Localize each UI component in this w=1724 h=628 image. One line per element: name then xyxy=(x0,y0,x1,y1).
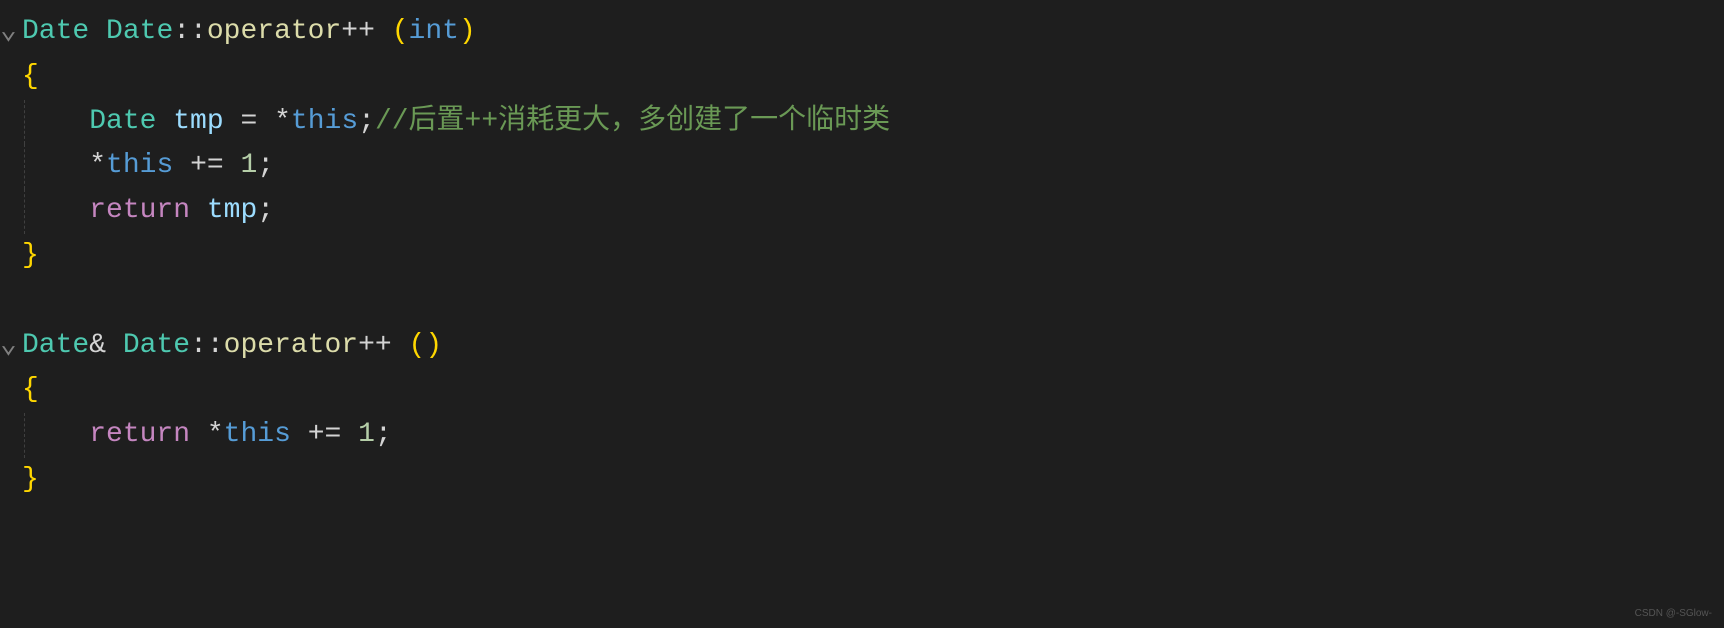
indent-guide xyxy=(24,100,25,145)
token-punct xyxy=(22,150,89,181)
code-line[interactable]: { xyxy=(0,55,1724,100)
token-brace: { xyxy=(22,374,39,405)
token-operator: * xyxy=(89,150,106,181)
code-line[interactable]: return *this += 1; xyxy=(0,413,1724,458)
token-comment: //后置++消耗更大，多创建了一个临时类 xyxy=(375,106,890,137)
token-paren: ( xyxy=(409,330,426,361)
token-punct xyxy=(156,106,173,137)
token-punct xyxy=(190,195,207,226)
token-punct: ; xyxy=(257,195,274,226)
token-punct xyxy=(224,106,241,137)
fold-icon[interactable]: ⌄ xyxy=(0,324,17,369)
token-func-name: operator xyxy=(207,16,341,47)
token-punct xyxy=(22,106,89,137)
token-punct xyxy=(22,285,39,316)
token-punct: ; xyxy=(375,419,392,450)
token-operator: += xyxy=(190,150,224,181)
code-line[interactable]: *this += 1; xyxy=(0,144,1724,189)
code-line[interactable]: return tmp; xyxy=(0,189,1724,234)
indent-guide xyxy=(24,144,25,189)
token-keyword: int xyxy=(409,16,459,47)
token-class-name: Date xyxy=(106,16,173,47)
code-line[interactable]: } xyxy=(0,234,1724,279)
token-amp: & xyxy=(89,330,106,361)
code-line[interactable] xyxy=(0,279,1724,324)
token-brace: } xyxy=(22,240,39,271)
token-punct: :: xyxy=(173,16,207,47)
token-type: Date xyxy=(22,16,89,47)
token-punct: ++ xyxy=(358,330,408,361)
token-number: 1 xyxy=(358,419,375,450)
token-paren: ) xyxy=(459,16,476,47)
token-variable: tmp xyxy=(173,106,223,137)
fold-icon[interactable]: ⌄ xyxy=(0,10,17,55)
indent-guide xyxy=(24,189,25,234)
token-paren: ( xyxy=(392,16,409,47)
token-variable: tmp xyxy=(207,195,257,226)
token-punct: ; xyxy=(257,150,274,181)
token-brace: } xyxy=(22,464,39,495)
token-type: Date xyxy=(89,106,156,137)
watermark-text: CSDN @-SGlow- xyxy=(1635,606,1712,622)
token-operator: * xyxy=(274,106,291,137)
token-class-name: Date xyxy=(123,330,190,361)
token-punct xyxy=(89,16,106,47)
token-punct xyxy=(224,150,241,181)
code-line[interactable]: ⌄Date Date::operator++ (int) xyxy=(0,10,1724,55)
token-this-kw: this xyxy=(106,150,173,181)
token-func-name: operator xyxy=(224,330,358,361)
token-operator: += xyxy=(308,419,342,450)
token-punct xyxy=(22,195,89,226)
token-operator: * xyxy=(207,419,224,450)
token-punct xyxy=(106,330,123,361)
token-paren: ) xyxy=(425,330,442,361)
token-punct: :: xyxy=(190,330,224,361)
code-line[interactable]: Date tmp = *this;//后置++消耗更大，多创建了一个临时类 xyxy=(0,100,1724,145)
code-line[interactable]: ⌄Date& Date::operator++ () xyxy=(0,324,1724,369)
token-punct: ++ xyxy=(341,16,391,47)
code-line[interactable]: } xyxy=(0,458,1724,503)
token-this-kw: this xyxy=(224,419,291,450)
token-type: Date xyxy=(22,330,89,361)
token-punct xyxy=(291,419,308,450)
code-editor[interactable]: ⌄Date Date::operator++ (int){ Date tmp =… xyxy=(0,10,1724,503)
token-punct xyxy=(173,150,190,181)
token-return-kw: return xyxy=(89,419,190,450)
code-line[interactable]: { xyxy=(0,368,1724,413)
token-return-kw: return xyxy=(89,195,190,226)
indent-guide xyxy=(24,413,25,458)
token-punct xyxy=(190,419,207,450)
token-operator: = xyxy=(240,106,257,137)
token-this-kw: this xyxy=(291,106,358,137)
token-punct xyxy=(22,419,89,450)
token-punct xyxy=(257,106,274,137)
token-punct: ; xyxy=(358,106,375,137)
token-brace: { xyxy=(22,61,39,92)
token-punct xyxy=(341,419,358,450)
token-number: 1 xyxy=(240,150,257,181)
